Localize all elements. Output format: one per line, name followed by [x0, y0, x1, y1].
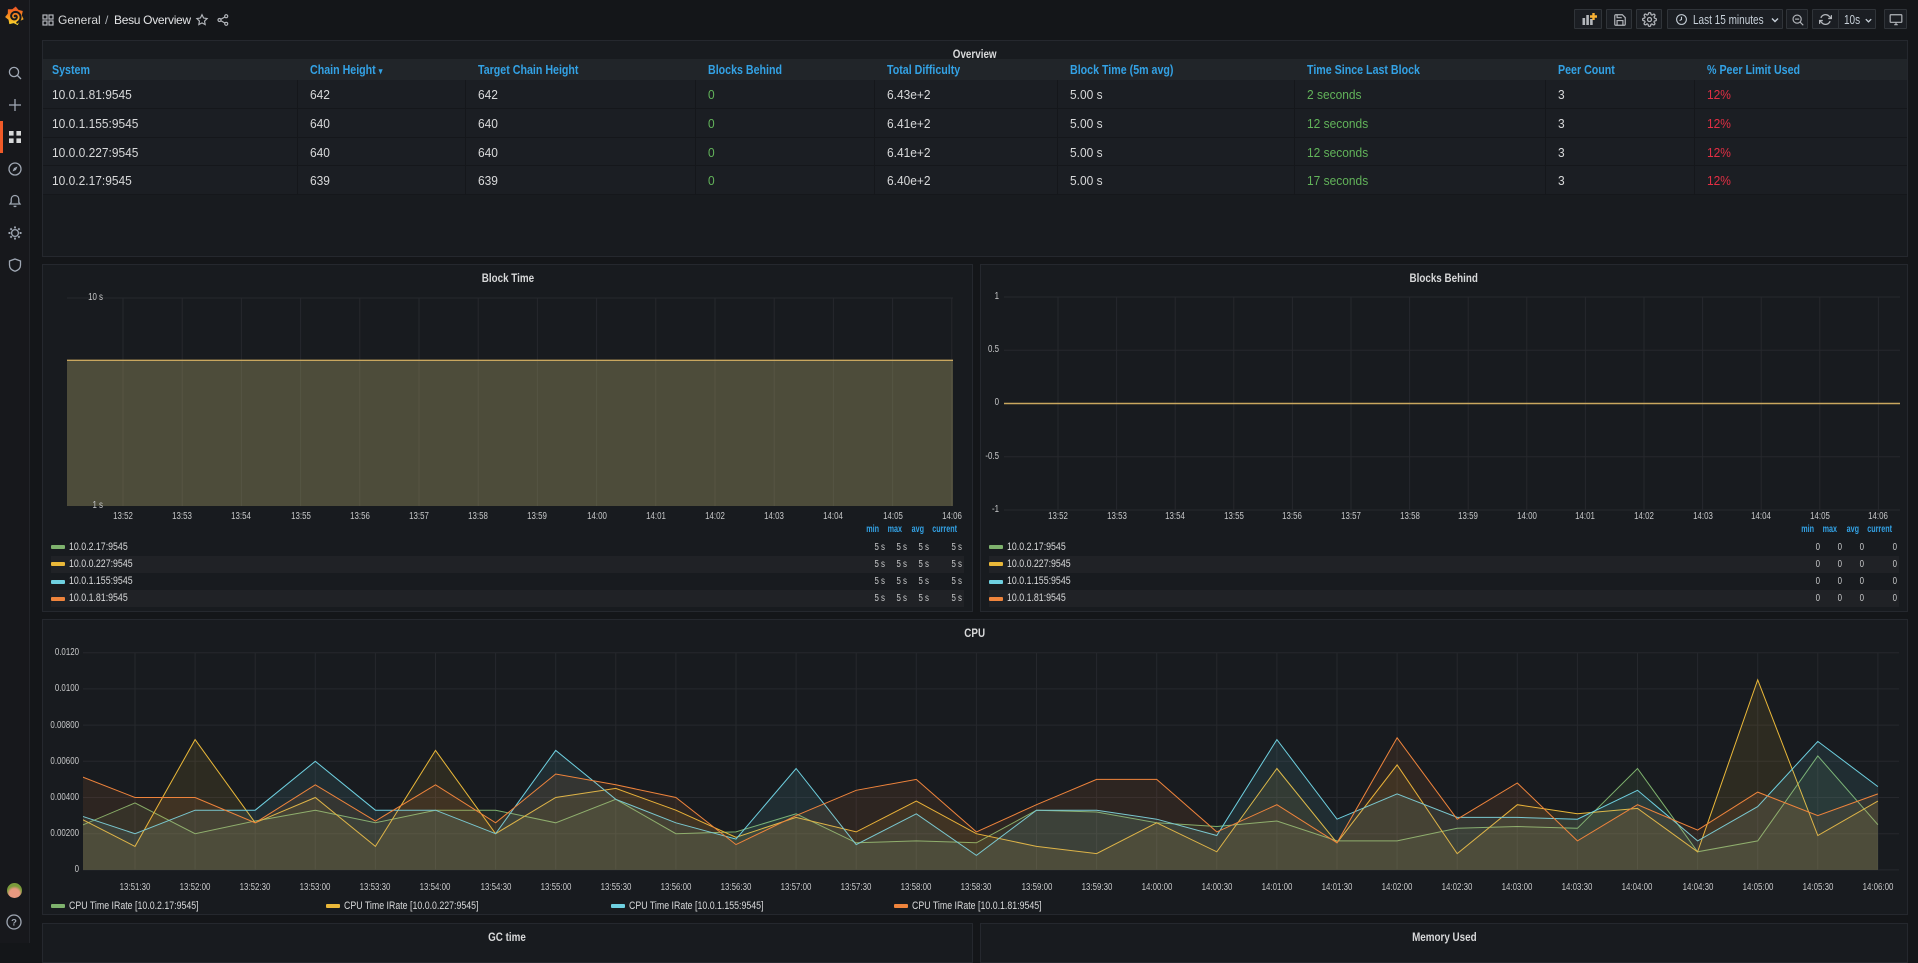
svg-text:?: ? [11, 918, 17, 929]
